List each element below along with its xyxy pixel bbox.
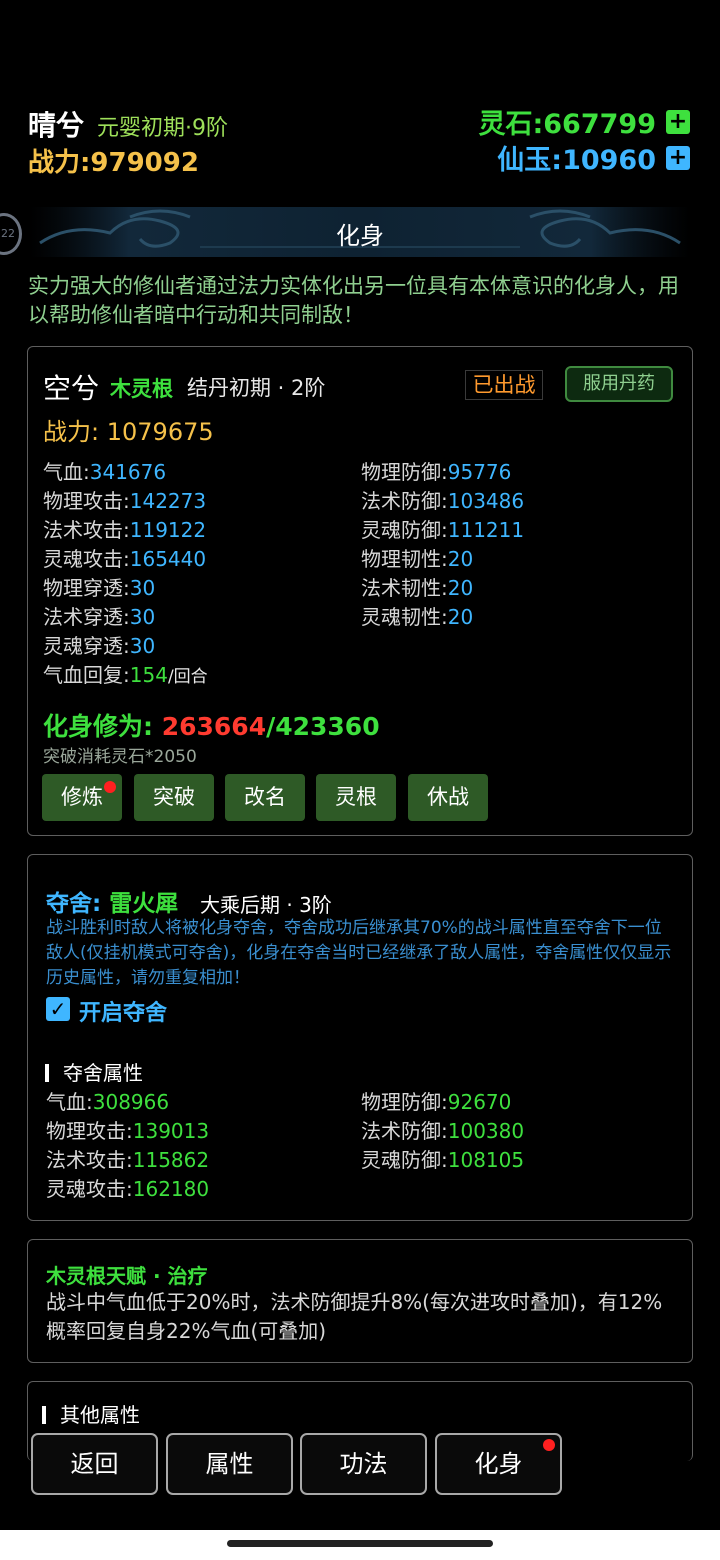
other-attributes-heading: 其他属性 <box>42 1399 140 1428</box>
rename-button[interactable]: 改名 <box>225 774 305 821</box>
attributes-tab[interactable]: 属性 <box>166 1433 293 1495</box>
skills-tab[interactable]: 功法 <box>300 1433 427 1495</box>
breakthrough-button[interactable]: 突破 <box>134 774 214 821</box>
stat-row: 物理穿透:30 <box>43 576 156 600</box>
power-value: 979092 <box>90 148 199 178</box>
back-button[interactable]: 返回 <box>31 1433 158 1495</box>
cultivation-current: 263664 <box>161 712 267 741</box>
avatar-stats-left: 气血:341676 物理攻击:142273 法术攻击:119122 灵魂攻击:1… <box>43 458 208 692</box>
talent-description: 战斗中气血低于20%时，法术防御提升8%(每次进攻时叠加)，有12%概率回复自身… <box>46 1290 663 1343</box>
stat-row: 气血回复:154/回合 <box>43 663 208 687</box>
spirit-stone-counter: 灵石:667799 + <box>478 102 690 141</box>
take-pill-button[interactable]: 服用丹药 <box>565 366 673 402</box>
stat-row: 灵魂防御:108105 <box>361 1148 525 1172</box>
cultivation-label: 化身修为: <box>43 712 153 741</box>
breakthrough-cost: 突破消耗灵石*2050 <box>43 747 197 767</box>
possess-realm: 大乘后期 · 3阶 <box>200 893 332 917</box>
possess-toggle-label[interactable]: 开启夺舍 <box>79 995 167 1027</box>
stat-row: 灵魂攻击:165440 <box>43 547 207 571</box>
intro-text: 实力强大的修仙者通过法力实体化出另一位具有本体意识的化身人，用以帮助修仙者暗中行… <box>28 274 679 327</box>
stat-row: 物理攻击:139013 <box>46 1119 210 1143</box>
power-label: 战力: <box>28 148 91 178</box>
stat-row: 气血:308966 <box>46 1090 170 1114</box>
avatar-power-value: 1079675 <box>106 418 214 446</box>
page-title: 化身 <box>336 222 384 250</box>
jade-value: 10960 <box>562 145 656 176</box>
stat-row: 法术韧性:20 <box>361 576 474 600</box>
stat-row: 物理防御:95776 <box>361 460 512 484</box>
stat-row: 物理防御:92670 <box>361 1090 512 1114</box>
cultivation-max: /423360 <box>266 712 380 741</box>
stat-row: 物理韧性:20 <box>361 547 474 571</box>
stat-row: 法术防御:103486 <box>361 489 525 513</box>
stat-row: 法术攻击:119122 <box>43 518 207 542</box>
possess-description: 战斗胜利时敌人将被化身夺舍，夺舍成功后继承其70%的战斗属性直至夺舍下一位敌人(… <box>46 918 672 988</box>
add-spirit-stone-icon[interactable]: + <box>666 109 690 134</box>
possess-toggle-checkbox[interactable]: ✓ <box>46 997 70 1021</box>
possess-stats-left: 气血:308966 物理攻击:139013 法术攻击:115862 灵魂攻击:1… <box>46 1088 209 1204</box>
jade-counter: 仙玉:10960 + <box>497 138 690 177</box>
avatar-power-label: 战力: <box>43 418 100 446</box>
stat-row: 灵魂韧性:20 <box>361 605 474 629</box>
cultivation-progress: 化身修为: 263664/423360 <box>43 707 380 743</box>
avatar-realm: 结丹初期 · 2阶 <box>187 376 326 400</box>
possess-target: 夺舍: 雷火犀 <box>46 884 178 918</box>
notification-dot-icon <box>543 1439 555 1451</box>
deployed-status-badge[interactable]: 已出战 <box>465 370 543 400</box>
stat-row: 气血:341676 <box>43 460 167 484</box>
home-indicator[interactable] <box>227 1540 493 1547</box>
stat-row: 灵魂防御:111211 <box>361 518 525 542</box>
spirit-root-button[interactable]: 灵根 <box>316 774 396 821</box>
spirit-stone-value: 667799 <box>543 109 656 140</box>
stat-row: 法术防御:100380 <box>361 1119 525 1143</box>
jade-label: 仙玉: <box>497 145 563 176</box>
stat-row: 法术攻击:115862 <box>46 1148 210 1172</box>
stat-row: 法术穿透:30 <box>43 605 156 629</box>
section-bar-icon <box>45 1064 49 1082</box>
stat-row: 物理攻击:142273 <box>43 489 207 513</box>
avatar-spirit-root: 木灵根 <box>110 377 173 401</box>
section-bar-icon <box>42 1406 46 1424</box>
spirit-stone-label: 灵石: <box>478 109 544 140</box>
player-realm: 元婴初期·9阶 <box>97 116 228 141</box>
add-jade-icon[interactable]: + <box>666 145 690 170</box>
avatar-name: 空兮 <box>43 372 100 405</box>
possess-monster: 雷火犀 <box>109 891 179 917</box>
talent-title: 木灵根天赋 · 治疗 <box>46 1264 208 1288</box>
possess-stats-right: 物理防御:92670 法术防御:100380 灵魂防御:108105 <box>361 1088 524 1175</box>
rest-button[interactable]: 休战 <box>408 774 488 821</box>
avatar-stats-right: 物理防御:95776 法术防御:103486 灵魂防御:111211 物理韧性:… <box>361 458 524 632</box>
player-name: 晴兮 <box>28 109 85 142</box>
stat-row: 灵魂攻击:162180 <box>46 1177 210 1201</box>
player-power: 战力:979092 <box>28 142 199 179</box>
possess-label: 夺舍: <box>46 891 102 917</box>
stat-row: 灵魂穿透:30 <box>43 634 156 658</box>
notification-dot-icon <box>104 781 116 793</box>
possess-stats-heading: 夺舍属性 <box>45 1057 143 1086</box>
avatar-power: 战力: 1079675 <box>43 412 214 447</box>
